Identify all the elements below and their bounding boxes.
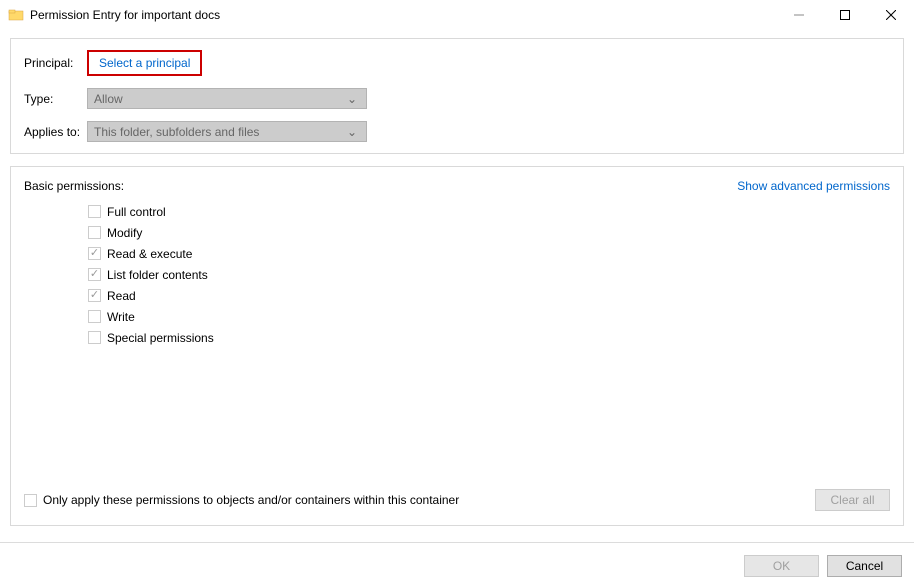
footer: OK Cancel (0, 542, 914, 588)
perm-label: Read (107, 289, 136, 303)
perm-list-folder[interactable]: List folder contents (88, 266, 890, 283)
principal-label: Principal: (24, 56, 87, 70)
perm-label: Special permissions (107, 331, 214, 345)
perm-label: Modify (107, 226, 142, 240)
perm-read-execute[interactable]: Read & execute (88, 245, 890, 262)
principal-panel: Principal: Select a principal Type: Allo… (10, 38, 904, 154)
chevron-down-icon: ⌄ (344, 125, 360, 139)
checkbox-icon (88, 226, 101, 239)
close-button[interactable] (868, 0, 914, 30)
bottom-options: Only apply these permissions to objects … (24, 489, 890, 511)
only-apply-label: Only apply these permissions to objects … (43, 493, 459, 507)
permissions-list: Full control Modify Read & execute List … (88, 203, 890, 346)
checkbox-icon (88, 205, 101, 218)
advanced-permissions-link[interactable]: Show advanced permissions (737, 179, 890, 193)
permissions-panel: Basic permissions: Show advanced permiss… (10, 166, 904, 526)
perm-read[interactable]: Read (88, 287, 890, 304)
only-apply-row[interactable]: Only apply these permissions to objects … (24, 493, 459, 507)
minimize-button[interactable] (776, 0, 822, 30)
principal-highlight: Select a principal (87, 50, 202, 76)
type-value: Allow (94, 92, 123, 106)
perm-full-control[interactable]: Full control (88, 203, 890, 220)
perm-label: List folder contents (107, 268, 208, 282)
type-select: Allow ⌄ (87, 88, 367, 109)
cancel-button[interactable]: Cancel (827, 555, 902, 577)
maximize-button[interactable] (822, 0, 868, 30)
folder-icon (8, 7, 24, 23)
clear-all-button[interactable]: Clear all (815, 489, 890, 511)
applies-row: Applies to: This folder, subfolders and … (24, 121, 890, 142)
type-label: Type: (24, 92, 87, 106)
perm-label: Read & execute (107, 247, 192, 261)
checkbox-icon (88, 268, 101, 281)
permissions-header: Basic permissions: Show advanced permiss… (24, 179, 890, 193)
ok-button[interactable]: OK (744, 555, 819, 577)
checkbox-icon (24, 494, 37, 507)
applies-select: This folder, subfolders and files ⌄ (87, 121, 367, 142)
chevron-down-icon: ⌄ (344, 92, 360, 106)
applies-value: This folder, subfolders and files (94, 125, 259, 139)
type-row: Type: Allow ⌄ (24, 88, 890, 109)
select-principal-link[interactable]: Select a principal (99, 56, 190, 70)
checkbox-icon (88, 289, 101, 302)
perm-special[interactable]: Special permissions (88, 329, 890, 346)
titlebar: Permission Entry for important docs (0, 0, 914, 30)
perm-label: Full control (107, 205, 166, 219)
principal-row: Principal: Select a principal (24, 50, 890, 76)
applies-label: Applies to: (24, 125, 87, 139)
checkbox-icon (88, 247, 101, 260)
window-title: Permission Entry for important docs (30, 8, 776, 22)
checkbox-icon (88, 310, 101, 323)
perm-modify[interactable]: Modify (88, 224, 890, 241)
content-area: Principal: Select a principal Type: Allo… (0, 30, 914, 538)
checkbox-icon (88, 331, 101, 344)
window-controls (776, 0, 914, 30)
permissions-title: Basic permissions: (24, 179, 124, 193)
perm-write[interactable]: Write (88, 308, 890, 325)
perm-label: Write (107, 310, 135, 324)
